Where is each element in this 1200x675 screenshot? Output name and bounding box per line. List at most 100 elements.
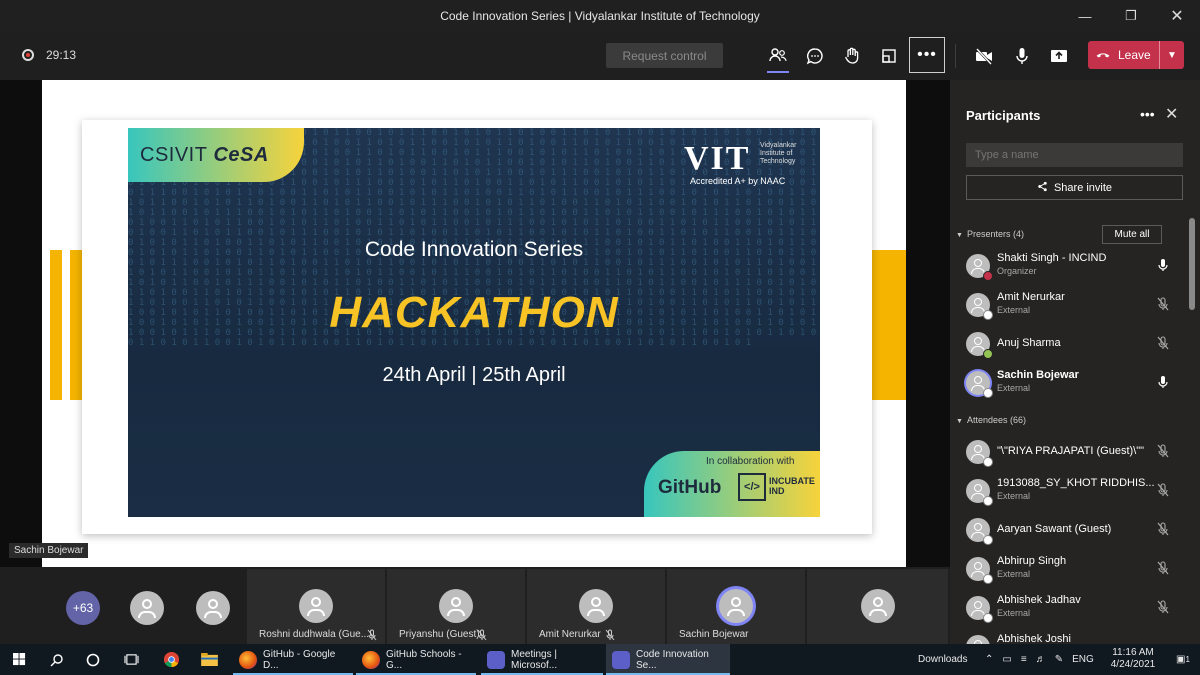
microphone-icon[interactable] [1006,40,1038,72]
language-indicator[interactable]: ENG [1072,654,1094,665]
taskbar-app-active[interactable]: Code Innovation Se... [606,644,730,675]
presence-busy-icon [983,271,993,281]
raise-hand-icon[interactable] [836,40,868,72]
chrome-icon[interactable] [152,644,190,675]
participant-row[interactable]: 1913088_SY_KHOT RIDDHIS... External [950,471,1182,509]
avatar [966,635,990,644]
decorative-bar [50,250,62,400]
search-icon[interactable] [38,644,76,675]
taskbar-app[interactable]: GitHub Schools - G... [356,644,476,675]
taskbar-app[interactable]: GitHub - Google D... [233,644,353,675]
participant-row[interactable]: "\"RIYA PRAJAPATI (Guest)\"" [950,432,1182,470]
participant-name: Amit Nerurkar [997,291,1065,303]
hackathon-banner: 1 0 1 1 0 0 1 0 1 1 0 1 0 0 1 1 0 1 0 1 … [128,128,820,517]
minimize-button[interactable]: — [1062,0,1108,32]
meeting-toolbar: 29:13 Request control ••• Leave ▼ [0,32,1200,80]
close-panel-icon[interactable]: ✕ [1165,104,1178,124]
battery-icon[interactable]: ▭ [1002,654,1011,665]
mic-muted-icon [1157,522,1169,536]
panel-scrollbar[interactable] [1189,218,1195,310]
leave-options-chevron-icon[interactable]: ▼ [1159,41,1184,69]
participant-name: Shakti Singh - INCIND [997,252,1107,264]
windows-taskbar: GitHub - Google D... GitHub Schools - G.… [0,644,1200,675]
presenters-section-header[interactable]: ▼ Presenters (4) [956,229,1024,239]
avatar [439,589,473,623]
pen-icon[interactable]: ✎ [1055,654,1063,665]
panel-title: Participants [966,108,1041,123]
clock-date: 4/24/2021 [1110,659,1156,670]
mute-all-button[interactable]: Mute all [1102,225,1162,244]
tile-name: Priyanshu (Guest) [399,629,480,640]
mic-on-icon [1158,376,1168,388]
participant-row[interactable]: Abhishek Joshi [950,627,1182,644]
overflow-participants-badge[interactable]: +63 [66,591,100,625]
participant-row[interactable]: Aaryan Sawant (Guest) [950,510,1182,548]
participant-name: Abhishek Jadhav [997,594,1081,606]
participant-row[interactable]: Anuj Sharma [950,324,1182,362]
phone-hangup-icon [1088,47,1118,63]
windows-start-icon[interactable] [0,644,38,675]
video-tile[interactable]: Roshni dudhwala (Gue... [247,569,385,644]
avatar [130,591,164,625]
video-tile[interactable] [807,569,948,644]
participant-row[interactable]: Shakti Singh - INCIND Organizer [950,246,1182,284]
downloads-toolbar[interactable]: Downloads [918,644,967,675]
slide-title: HACKATHON [329,288,619,337]
presence-available-icon [983,349,993,359]
attendees-section-header[interactable]: ▼ Attendees (66) [956,415,1026,425]
close-window-button[interactable]: ✕ [1154,0,1200,32]
taskbar-app[interactable]: Meetings | Microsof... [481,644,603,675]
camera-off-icon[interactable] [968,40,1000,72]
mic-muted-icon [1157,444,1169,458]
share-invite-label: Share invite [1053,181,1113,194]
avatar [196,591,230,625]
collaboration-badge: In collaboration with GitHub </> INCUBAT… [644,451,820,517]
leave-button[interactable]: Leave ▼ [1088,41,1184,69]
chat-icon[interactable] [799,40,831,72]
avatar [719,589,753,623]
presence-offline-icon [983,496,993,506]
task-view-icon[interactable] [112,644,150,675]
mic-muted-icon [1157,600,1169,614]
firefox-icon [362,650,380,669]
participant-name: Sachin Bojewar [997,369,1079,381]
participants-panel: Participants ••• ✕ Share invite ▼Present… [950,80,1200,644]
participant-role: Organizer [997,266,1037,276]
more-actions-button[interactable]: ••• [909,37,945,73]
taskbar-clock[interactable]: 11:16 AM 4/24/2021 [1108,647,1158,671]
cortana-icon[interactable] [74,644,112,675]
meeting-timer: 29:13 [46,48,77,62]
file-explorer-icon[interactable] [190,644,228,675]
participant-row[interactable]: Sachin Bojewar External [950,363,1182,401]
breakout-rooms-icon[interactable] [873,40,905,72]
participant-row[interactable]: Abhirup Singh External [950,549,1182,587]
shared-screen-stage: 1 0 1 1 0 0 1 0 1 1 0 1 0 0 1 1 0 1 0 1 … [0,80,950,567]
request-control-button[interactable]: Request control [606,43,723,68]
share-screen-icon[interactable] [1043,40,1075,72]
video-tile[interactable]: Amit Nerurkar [527,569,665,644]
participants-icon[interactable] [762,40,794,72]
accreditation-text: Accredited A+ by NAAC [690,176,786,186]
maximize-button[interactable]: ❐ [1108,0,1154,32]
network-icon[interactable]: ≡ [1021,654,1027,665]
participant-row[interactable]: Amit Nerurkar External [950,285,1182,323]
panel-more-button[interactable]: ••• [1140,106,1155,122]
video-tile-active-speaker[interactable]: Sachin Bojewar [667,569,805,644]
chevron-up-icon[interactable]: ⌃ [985,654,993,665]
incubate-ind-logo: </> INCUBATE IND [738,473,815,503]
share-icon [1037,181,1048,195]
tile-name: Amit Nerurkar [539,629,601,640]
mic-on-icon [1158,259,1168,271]
leave-label: Leave [1118,48,1151,62]
github-logo: GitHub [658,477,722,498]
video-tile[interactable]: Priyanshu (Guest) [387,569,525,644]
slide-dates: 24th April | 25th April [382,364,566,386]
participant-row[interactable]: Abhishek Jadhav External [950,588,1182,626]
teams-icon [612,650,630,669]
volume-icon[interactable]: ♬ [1036,654,1046,665]
slide-subtitle: Code Innovation Series [364,238,584,261]
share-invite-button[interactable]: Share invite [966,175,1183,200]
participant-search-input[interactable] [966,143,1183,167]
notifications-icon[interactable]: ▣ 1 [1172,644,1194,675]
participant-role: External [997,383,1031,393]
